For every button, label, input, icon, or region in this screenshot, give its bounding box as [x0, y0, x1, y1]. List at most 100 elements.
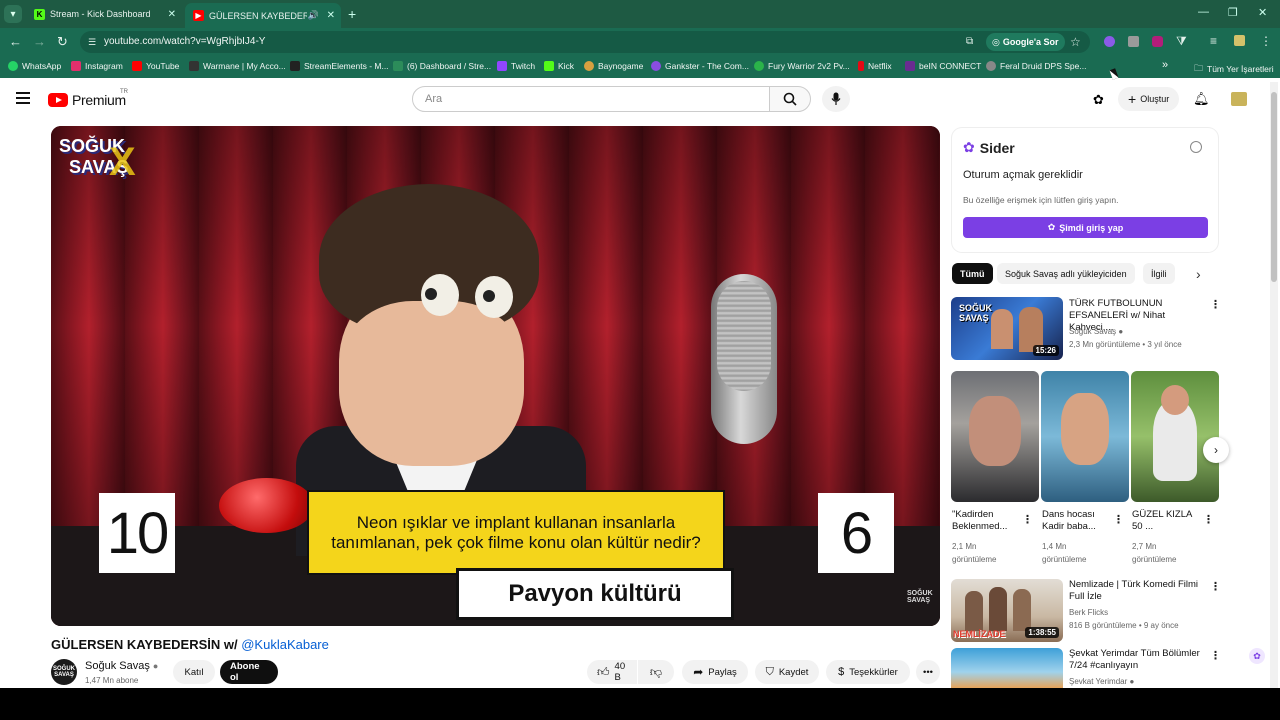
subscriber-count: 1,47 Mn abone — [85, 676, 139, 685]
profile-icon[interactable] — [1234, 35, 1245, 46]
bookmark-baynogame[interactable]: Baynogame — [584, 61, 643, 71]
recommendation-thumbnail[interactable] — [951, 648, 1063, 688]
channel-watermark[interactable]: SOĞUK SAVAŞ — [907, 590, 933, 604]
back-icon[interactable]: ← — [9, 34, 22, 49]
dislike-button[interactable]: 👎︎ — [638, 660, 674, 684]
short-title[interactable]: Dans hocası Kadir baba... — [1042, 509, 1112, 533]
bookmark-feral-druid[interactable]: Feral Druid DPS Spe... — [986, 61, 1086, 71]
channel-name[interactable]: Soğuk Savaş ● — [85, 660, 158, 672]
bookmark-gankster[interactable]: Gankster - The Com... — [651, 61, 749, 71]
bookmark-kick[interactable]: Kick — [544, 61, 574, 71]
extension-icon[interactable] — [1128, 36, 1139, 47]
tab-kick-dashboard[interactable]: K Stream - Kick Dashboard ✕ — [26, 3, 182, 25]
bookmark-youtube[interactable]: YouTube — [132, 61, 179, 71]
account-avatar[interactable] — [1231, 92, 1247, 106]
youtube-premium-logo[interactable]: Premium — [48, 92, 126, 108]
bookmark-whatsapp[interactable]: WhatsApp — [8, 61, 61, 71]
tab-search-button[interactable]: ▾ — [4, 5, 22, 23]
bookmark-star-icon[interactable]: ☆ — [1070, 35, 1081, 49]
tab-close-icon[interactable]: ✕ — [327, 10, 335, 21]
recommendation-channel[interactable]: Soğuk Savaş ● — [1069, 326, 1123, 337]
voice-search-button[interactable] — [822, 86, 850, 112]
like-button[interactable]: 👍︎ 40 B — [587, 660, 637, 684]
menu-kebab-icon[interactable]: ⋮ — [1260, 34, 1272, 48]
all-bookmarks-folder[interactable]: 🗀 Tüm Yer İşaretleri — [1194, 61, 1274, 77]
short-title[interactable]: GÜZEL KIZLA 50 ... — [1132, 509, 1198, 533]
channel-avatar[interactable]: SOĞUK SAVAŞ — [51, 659, 77, 685]
gamepad-icon[interactable]: ✿ — [1093, 92, 1104, 108]
bookmark-bein[interactable]: beIN CONNECT — [905, 61, 981, 71]
recommendation-thumbnail[interactable]: SOĞUK SAVAŞ 15:26 — [951, 297, 1063, 360]
video-title-text: GÜLERSEN KAYBEDERSİN w/ — [51, 637, 238, 652]
brand-text: Premium — [72, 92, 126, 108]
chip-related[interactable]: İlgili — [1143, 263, 1175, 284]
short-thumbnail[interactable] — [1041, 371, 1129, 502]
new-tab-button[interactable]: + — [348, 6, 356, 22]
short-menu-icon[interactable]: ⋮ — [1203, 513, 1214, 526]
video-title: GÜLERSEN KAYBEDERSİN w/ @KuklaKabare — [51, 637, 329, 652]
short-menu-icon[interactable]: ⋮ — [1113, 513, 1124, 526]
minimize-icon[interactable]: — — [1198, 6, 1209, 18]
scrollbar-thumb[interactable] — [1271, 92, 1277, 282]
recommendation-channel[interactable]: Şevkat Yerimdar ● — [1069, 676, 1134, 687]
thanks-button[interactable]: $ Teşekkürler — [826, 660, 910, 684]
chip-from-uploader[interactable]: Soğuk Savaş adlı yükleyiciden — [997, 263, 1135, 284]
reload-icon[interactable]: ↻ — [57, 34, 68, 50]
create-button[interactable]: + Oluştur — [1118, 87, 1180, 111]
bookmark-dashboard[interactable]: (6) Dashboard / Stre... — [393, 61, 491, 71]
speaker-icon[interactable]: 🔊 — [308, 10, 319, 21]
bookmark-label: YouTube — [146, 61, 180, 71]
share-button[interactable]: ➦ Paylaş — [682, 660, 748, 684]
video-player[interactable]: X SOĞUK SAVAŞ 10 6 Neon ışıklar ve impla… — [51, 126, 940, 626]
recommendation-title[interactable]: Şevkat Yerimdar Tüm Bölümler 7/24 #canlı… — [1069, 648, 1207, 672]
notifications-bell-icon[interactable]: 🔔︎ — [1193, 91, 1210, 107]
sider-login-button[interactable]: ✿ Şimdi giriş yap — [963, 217, 1208, 238]
short-thumbnail[interactable] — [951, 371, 1039, 502]
short-menu-icon[interactable]: ⋮ — [1022, 513, 1033, 526]
bookmark-twitch[interactable]: Twitch — [497, 61, 535, 71]
join-button[interactable]: Katıl — [173, 660, 215, 684]
short-thumbnail[interactable] — [1131, 371, 1219, 502]
search-button[interactable] — [769, 86, 811, 112]
recommendation-menu-icon[interactable]: ⋮ — [1210, 649, 1221, 662]
tab-close-icon[interactable]: ✕ — [168, 9, 176, 20]
forward-icon[interactable]: → — [33, 34, 46, 49]
save-button[interactable]: ⛉ Kaydet — [755, 660, 819, 684]
bookmark-warmane[interactable]: Warmane | My Acco... — [189, 61, 286, 71]
site-info-icon[interactable]: ☰ — [88, 37, 96, 48]
search-input[interactable]: Ara — [412, 86, 770, 112]
google-lens-button[interactable]: ◎ Google'a Sor — [986, 33, 1065, 51]
media-control-icon[interactable]: ≡ — [1210, 34, 1217, 48]
bookmark-label: StreamElements - M... — [304, 61, 389, 71]
recommendation-menu-icon[interactable]: ⋮ — [1210, 298, 1221, 311]
address-url[interactable]: youtube.com/watch?v=WgRhjbIJ4-Y — [104, 36, 265, 47]
more-actions-button[interactable]: ••• — [916, 660, 940, 684]
mention-link[interactable]: @KuklaKabare — [241, 637, 329, 652]
recommendation-title[interactable]: Nemlizade | Türk Komedi Filmi Full İzle — [1069, 579, 1207, 603]
recommendation-channel[interactable]: Berk Flicks — [1069, 607, 1108, 618]
tab-youtube-video[interactable]: ▶ GÜLERSEN KAYBEDERSİN w/ 🔊 ✕ — [185, 3, 341, 28]
bookmark-streamelements[interactable]: StreamElements - M... — [290, 61, 389, 71]
hamburger-menu-icon[interactable] — [16, 92, 30, 104]
recommendation-menu-icon[interactable]: ⋮ — [1210, 580, 1221, 593]
bookmark-netflix[interactable]: Netflix — [858, 61, 892, 71]
close-window-icon[interactable]: ✕ — [1258, 6, 1267, 19]
sider-settings-icon[interactable] — [1190, 141, 1202, 153]
shorts-next-button[interactable]: › — [1203, 437, 1229, 463]
chip-all[interactable]: Tümü — [952, 263, 993, 284]
extension-icon[interactable] — [1152, 36, 1163, 47]
recommendation-thumbnail[interactable]: NEMLİZADE 1:38:55 — [951, 579, 1063, 642]
install-app-icon[interactable]: ⧉ — [966, 36, 973, 47]
extensions-puzzle-icon[interactable]: ⧩ — [1176, 34, 1187, 49]
short-title[interactable]: "Kadirden Beklenmed... — [952, 509, 1020, 533]
bookmark-instagram[interactable]: Instagram — [71, 61, 123, 71]
bookmark-label: Warmane | My Acco... — [203, 61, 286, 71]
create-label: Oluştur — [1140, 94, 1170, 104]
subscribe-button[interactable]: Abone ol — [220, 660, 278, 684]
restore-icon[interactable]: ❐ — [1228, 6, 1238, 19]
sider-floating-icon[interactable]: ✿ — [1249, 648, 1265, 664]
extension-icon[interactable] — [1104, 36, 1115, 47]
bookmark-fury-warrior[interactable]: Fury Warrior 2v2 Pv... — [754, 61, 850, 71]
more-bookmarks-button[interactable]: » — [1162, 59, 1168, 71]
chips-next-icon[interactable]: › — [1196, 266, 1201, 282]
